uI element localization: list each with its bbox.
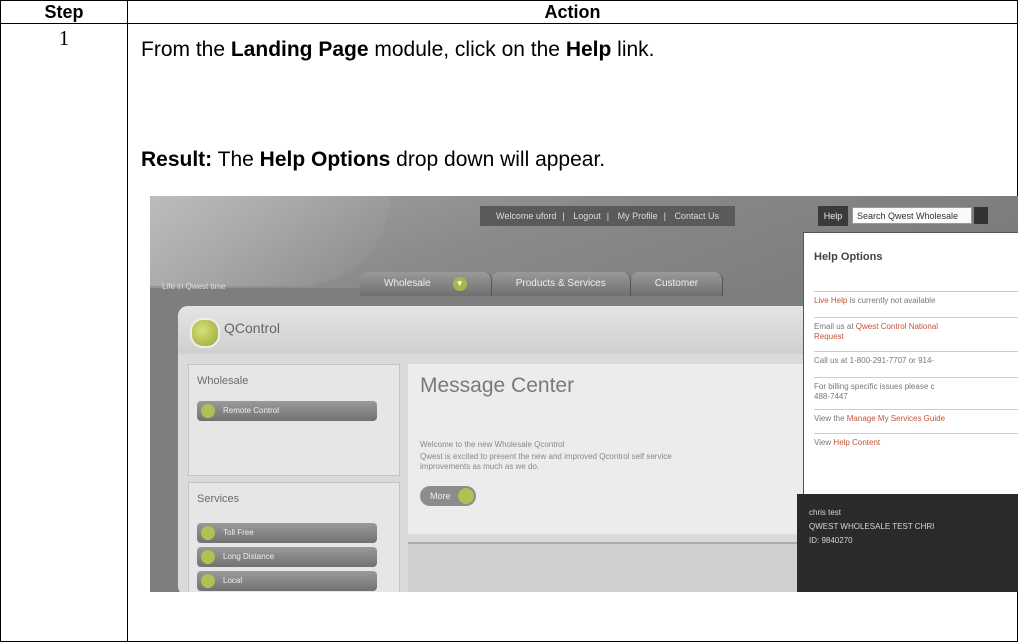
view-help-item: View Help Content [814,433,1018,448]
help-term: Help [565,38,612,61]
message-body-line: Qwest is excited to present the new and … [420,452,672,461]
main-tabs: Wholesale ▼ Products & Services Customer [360,272,724,296]
billing-text: For billing specific issues please c [814,382,935,391]
account-info-footer: chris test QWEST WHOLESALE TEST CHRI ID:… [797,494,1018,592]
sidebar-services-heading: Services [197,493,240,505]
banner-swoosh [150,196,390,286]
action-column-header: Action [127,0,1018,24]
email-item: Email us at Qwest Control National Reques… [814,317,1018,342]
view-help-prefix: View [814,438,834,447]
call-item: Call us at 1-800-291-7707 or 914- [814,351,1018,366]
live-help-item: Live Help is currently not available [814,291,1018,306]
help-link[interactable]: Help [818,206,848,226]
live-help-status: is currently not available [847,296,936,305]
sidebar-item-remote-control[interactable]: Remote Control [197,401,377,421]
step-number: 1 [0,23,128,642]
step-column-header: Step [0,0,128,24]
logout-link[interactable]: Logout [573,211,601,221]
tab-customer[interactable]: Customer [630,272,724,296]
sidebar-wholesale: Wholesale Remote Control [188,364,400,476]
bullet-icon [201,574,215,588]
procedure-table: Step Action 1 From the Landing Page modu… [0,0,1018,642]
embedded-screenshot: Welcome uford | Logout | My Profile | Conta… [150,196,1018,592]
tagline: Life in Qwest time [162,282,226,291]
account-user-name: chris test [809,508,842,517]
email-link[interactable]: Qwest Control National [856,322,938,331]
account-company: QWEST WHOLESALE TEST CHRI [809,522,935,531]
more-button[interactable]: More [420,486,476,506]
table-row: 1 From the Landing Page module, click on… [0,23,1018,642]
sidebar-item-local[interactable]: Local [197,571,377,591]
account-id: ID: 9840270 [809,536,853,545]
more-button-label: More [430,491,451,501]
sidebar-item-long-distance[interactable]: Long Distance [197,547,377,567]
tab-wholesale[interactable]: Wholesale ▼ [360,272,492,296]
top-links-bar: Welcome uford | Logout | My Profile | Conta… [480,206,735,226]
manage-services-guide-link[interactable]: Manage My Services Guide [847,414,945,423]
action-cell: From the Landing Page module, click on t… [127,23,1018,642]
result-after: drop down will appear. [390,148,606,171]
bullet-icon [201,550,215,564]
email-prefix: Email us at [814,322,856,331]
result-before: The [212,148,260,171]
sidebar-item-label: Remote Control [223,406,280,415]
email-request-link[interactable]: Request [814,332,844,341]
live-help-link[interactable]: Live Help [814,296,847,305]
sidebar-services: Services Toll Free Long Distance Local [188,482,400,592]
qcontrol-title: QControl [224,320,281,336]
help-content-link[interactable]: Help Content [833,438,880,447]
instruction-middle: module, click on the [368,38,566,61]
landing-page-term: Landing Page [230,38,369,61]
chevron-down-icon[interactable]: ▼ [452,277,467,291]
instruction-prefix: From the [141,38,231,61]
message-center-title: Message Center [420,374,575,397]
bullet-icon [201,404,215,418]
bullet-icon [201,526,215,540]
view-guide-item: View the Manage My Services Guide [814,409,1018,424]
my-profile-link[interactable]: My Profile [618,211,658,221]
tab-wholesale-label: Wholesale [384,278,431,289]
tab-products-services[interactable]: Products & Services [491,272,631,296]
sidebar-item-toll-free[interactable]: Toll Free [197,523,377,543]
message-welcome: Welcome to the new Wholesale Qcontrol [420,440,565,449]
sidebar-item-label: Toll Free [223,528,254,537]
instruction-text: From the Landing Page module, click on t… [141,38,655,62]
help-options-dropdown: Help Options Live Help is currently not … [803,232,1018,496]
welcome-link[interactable]: Welcome uford [496,211,556,221]
message-body-line: improvements as much as we do. [420,462,540,471]
sidebar-item-label: Long Distance [223,552,275,561]
search-input[interactable]: Search Qwest Wholesale [852,207,972,224]
result-text: Result: The Help Options drop down will … [141,148,605,172]
help-options-title: Help Options [814,251,883,263]
sidebar-item-label: Local [223,576,243,585]
billing-item: For billing specific issues please c 488-… [814,377,1018,402]
arrow-icon [458,488,474,504]
instruction-suffix: link. [611,38,655,61]
qcontrol-logo-icon [190,318,220,348]
billing-number: 488-7447 [814,392,848,401]
contact-us-link[interactable]: Contact Us [674,211,719,221]
result-label: Result: [141,148,213,171]
view-guide-prefix: View the [814,414,847,423]
search-go-button[interactable] [974,207,988,224]
help-options-term: Help Options [259,148,391,171]
sidebar-wholesale-heading: Wholesale [197,375,249,387]
table-header-row: Step Action [0,0,1018,24]
